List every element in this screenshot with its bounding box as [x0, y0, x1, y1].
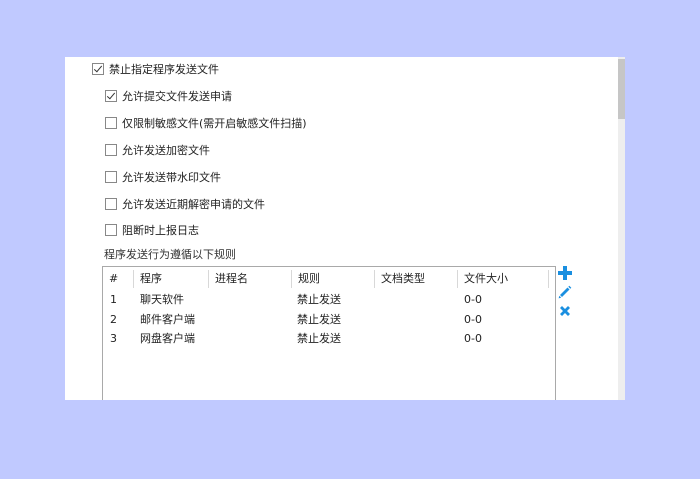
column-header-index[interactable]: #: [103, 271, 133, 287]
checkbox-box[interactable]: [105, 198, 117, 210]
cell-file-size: 0-0: [464, 293, 482, 306]
column-header-rule[interactable]: 规则: [292, 271, 374, 287]
cell-program: 网盘客户端: [140, 332, 195, 345]
checkbox-block-program-send[interactable]: 禁止指定程序发送文件: [92, 61, 219, 77]
checkbox-label: 禁止指定程序发送文件: [109, 63, 219, 76]
cell-file-size: 0-0: [464, 313, 482, 326]
checkbox-box[interactable]: [105, 144, 117, 156]
cell-program: 聊天软件: [140, 293, 184, 306]
checkbox-sensitive-only[interactable]: 仅限制敏感文件(需开启敏感文件扫描): [105, 115, 307, 131]
checkbox-allow-encrypted[interactable]: 允许发送加密文件: [105, 142, 210, 158]
cell-index: 2: [110, 313, 117, 326]
cell-index: 1: [110, 293, 117, 306]
checkbox-allow-submit-request[interactable]: 允许提交文件发送申请: [105, 88, 232, 104]
checkbox-label: 仅限制敏感文件(需开启敏感文件扫描): [122, 117, 307, 130]
checkbox-allow-recent-decrypt[interactable]: 允许发送近期解密申请的文件: [105, 196, 265, 212]
rules-caption: 程序发送行为遵循以下规则: [104, 248, 236, 261]
cell-file-size: 0-0: [464, 332, 482, 345]
checkbox-label: 允许提交文件发送申请: [122, 90, 232, 103]
checkbox-label: 允许发送带水印文件: [122, 171, 221, 184]
checkbox-box[interactable]: [105, 224, 117, 236]
checkbox-box[interactable]: [105, 171, 117, 183]
checkbox-box[interactable]: [92, 63, 104, 75]
column-header-process-name[interactable]: 进程名: [209, 271, 291, 287]
checkbox-label: 阻断时上报日志: [122, 224, 199, 237]
checkbox-report-log[interactable]: 阻断时上报日志: [105, 222, 199, 238]
column-divider[interactable]: [548, 270, 549, 288]
checkbox-label: 允许发送加密文件: [122, 144, 210, 157]
column-header-doc-type[interactable]: 文档类型: [375, 271, 457, 287]
cell-index: 3: [110, 332, 117, 345]
checkmark-icon: [106, 90, 116, 100]
checkbox-label: 允许发送近期解密申请的文件: [122, 198, 265, 211]
checkmark-icon: [93, 63, 103, 73]
cell-program: 邮件客户端: [140, 313, 195, 326]
settings-panel: 禁止指定程序发送文件 允许提交文件发送申请 仅限制敏感文件(需开启敏感文件扫描)…: [65, 57, 625, 400]
rules-table[interactable]: # 程序 进程名 规则 文档类型 文件大小 1 聊天软件 禁止发送 0-0 2 …: [102, 266, 556, 400]
cell-rule: 禁止发送: [297, 313, 341, 326]
add-icon[interactable]: [557, 265, 573, 281]
delete-icon[interactable]: [557, 303, 573, 319]
checkbox-box[interactable]: [105, 117, 117, 129]
column-header-file-size[interactable]: 文件大小: [458, 271, 548, 287]
edit-icon[interactable]: [557, 284, 573, 300]
checkbox-allow-watermark[interactable]: 允许发送带水印文件: [105, 169, 221, 185]
column-header-program[interactable]: 程序: [134, 271, 208, 287]
scrollbar-thumb[interactable]: [618, 59, 625, 119]
checkbox-box[interactable]: [105, 90, 117, 102]
cell-rule: 禁止发送: [297, 293, 341, 306]
cell-rule: 禁止发送: [297, 332, 341, 345]
